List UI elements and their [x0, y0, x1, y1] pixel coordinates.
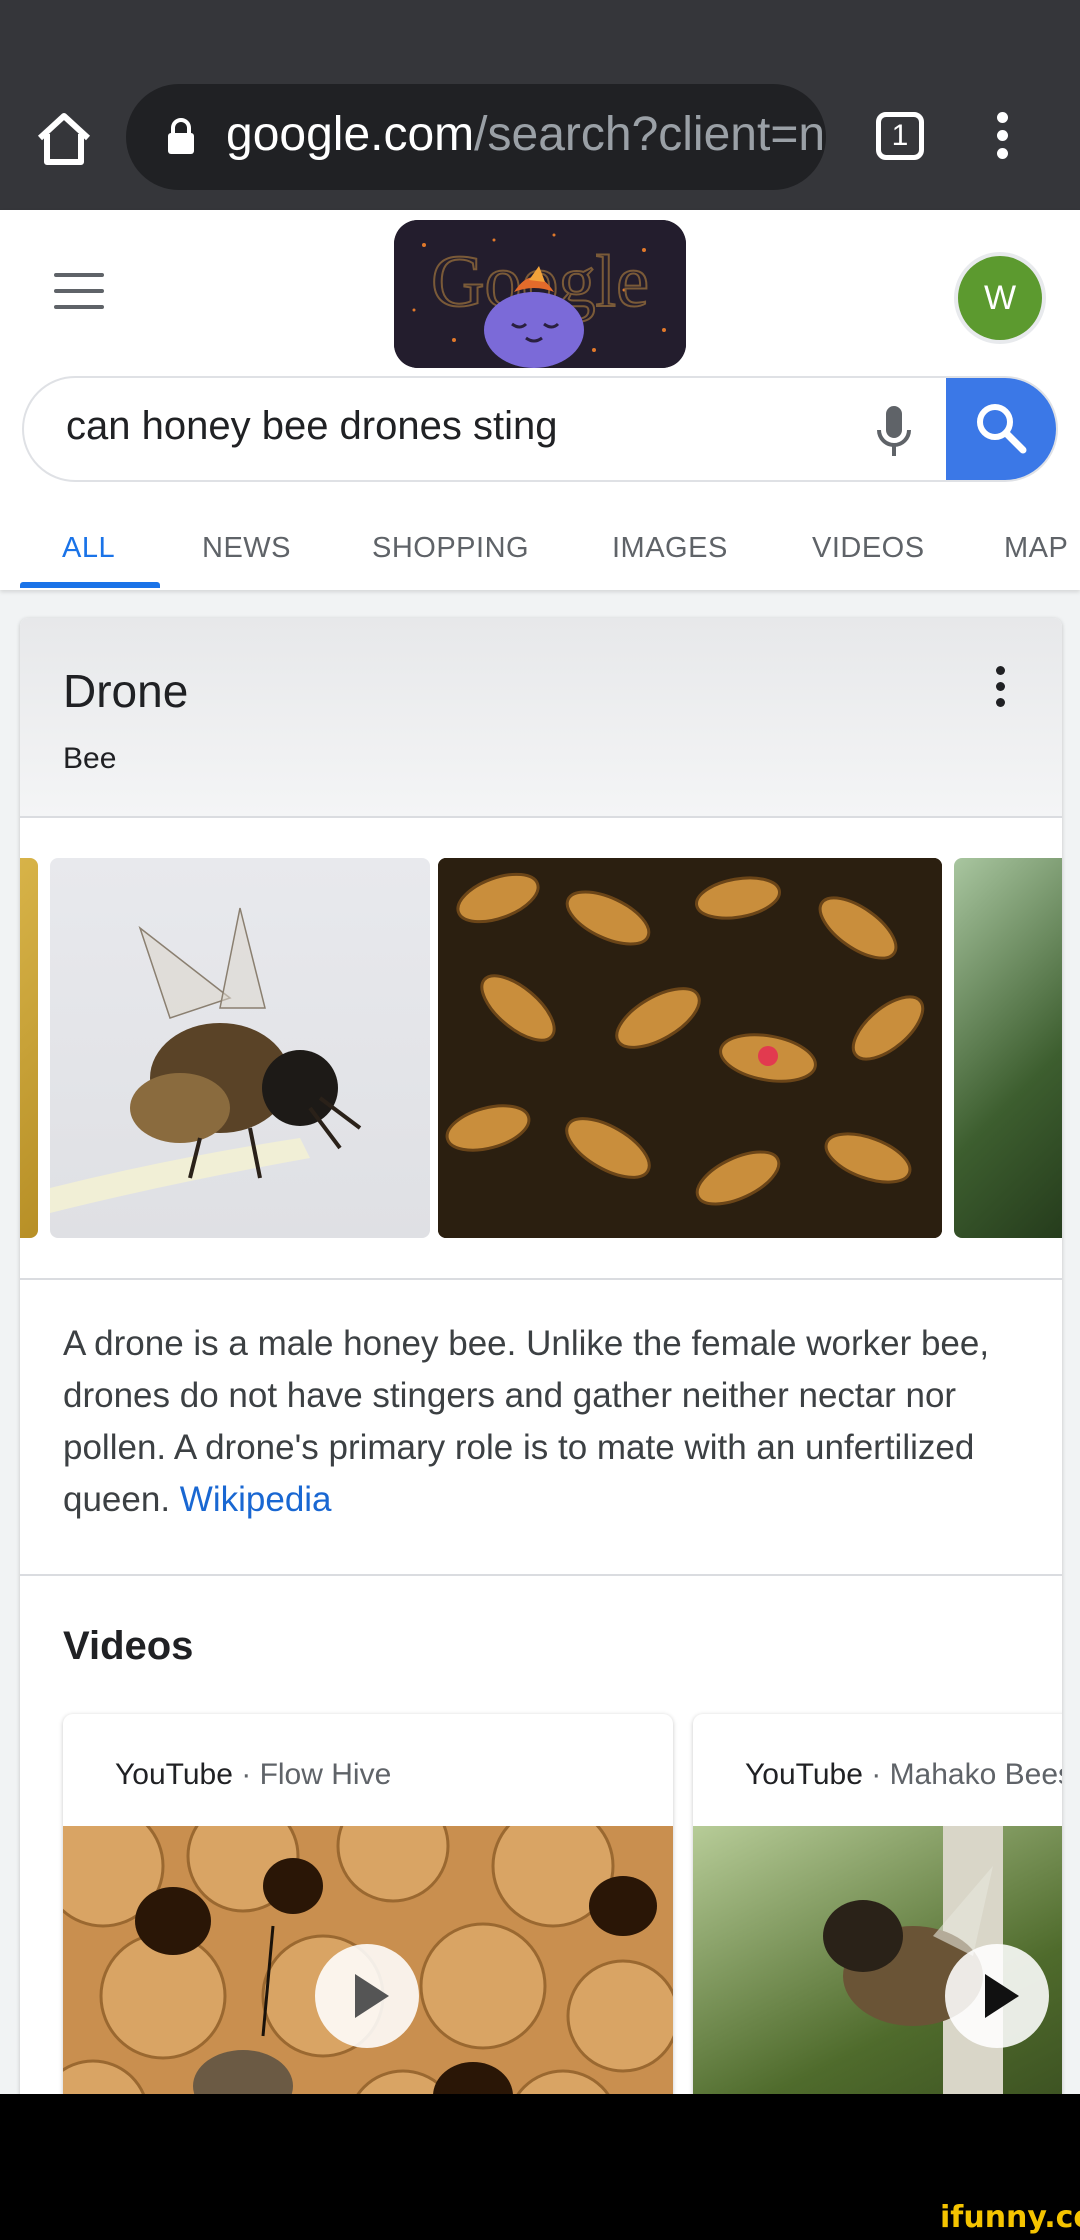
- more-options-icon[interactable]: [996, 666, 1008, 714]
- tab-maps[interactable]: MAP: [1004, 532, 1068, 565]
- video-source: YouTube · Flow Hive: [115, 1758, 392, 1791]
- video-card[interactable]: YouTube · Mahako Bees: [693, 1714, 1062, 2094]
- lock-icon: [168, 118, 194, 154]
- knowledge-panel: Drone Bee A drone is a male honey bee. U…: [20, 618, 1062, 2094]
- tab-news[interactable]: NEWS: [202, 532, 291, 565]
- search-tabs: ALL NEWS SHOPPING IMAGES VIDEOS MAP: [0, 510, 1080, 590]
- search-icon: [977, 404, 1027, 454]
- carousel-image-drone-bee[interactable]: [50, 858, 430, 1238]
- tab-images[interactable]: IMAGES: [612, 532, 728, 565]
- video-source: YouTube · Mahako Bees: [745, 1758, 1062, 1791]
- search-button[interactable]: [946, 378, 1056, 480]
- knowledge-panel-header: Drone Bee: [20, 618, 1062, 818]
- play-button-icon[interactable]: [945, 1944, 1049, 2048]
- entity-title: Drone: [63, 665, 189, 717]
- video-thumbnail[interactable]: [63, 1826, 673, 2094]
- carousel-image-honeycomb[interactable]: [20, 858, 38, 1238]
- tab-shopping[interactable]: SHOPPING: [372, 532, 529, 565]
- search-header: Google W can honey bee drones sting: [0, 210, 1080, 590]
- tab-videos[interactable]: VIDEOS: [812, 532, 925, 565]
- video-thumbnail[interactable]: [693, 1826, 1062, 2094]
- play-button-icon[interactable]: [315, 1944, 419, 2048]
- microphone-icon[interactable]: [874, 404, 914, 460]
- ifunny-watermark: ifunny.co: [940, 2200, 1080, 2235]
- tab-switcher-button[interactable]: 1: [876, 112, 924, 160]
- search-box[interactable]: can honey bee drones sting: [22, 376, 1058, 482]
- carousel-image-bee-outdoor[interactable]: [954, 858, 1062, 1238]
- active-tab-indicator: [20, 582, 160, 588]
- search-input[interactable]: can honey bee drones sting: [66, 404, 557, 449]
- google-doodle[interactable]: Google: [394, 220, 686, 368]
- videos-heading: Videos: [63, 1624, 194, 1668]
- wikipedia-link[interactable]: Wikipedia: [180, 1480, 332, 1519]
- carousel-image-bees-on-comb[interactable]: [438, 858, 942, 1238]
- account-avatar[interactable]: W: [958, 256, 1042, 340]
- home-icon[interactable]: [32, 106, 96, 170]
- divider: [20, 1278, 1062, 1280]
- browser-toolbar: google.com/search?client=n 1: [0, 0, 1080, 210]
- entity-description: A drone is a male honey bee. Unlike the …: [63, 1324, 990, 1519]
- menu-icon[interactable]: [54, 273, 104, 309]
- more-vert-icon[interactable]: [990, 112, 1014, 166]
- url-text: google.com/search?client=n: [226, 108, 826, 161]
- tab-all[interactable]: ALL: [62, 532, 115, 565]
- image-carousel: [20, 858, 1062, 1238]
- address-bar[interactable]: google.com/search?client=n: [126, 84, 826, 190]
- phone-screen: google.com/search?client=n 1 Google: [0, 0, 1080, 2094]
- video-card[interactable]: YouTube · Flow Hive: [63, 1714, 673, 2094]
- entity-subtitle: Bee: [63, 742, 117, 775]
- divider: [20, 1574, 1062, 1576]
